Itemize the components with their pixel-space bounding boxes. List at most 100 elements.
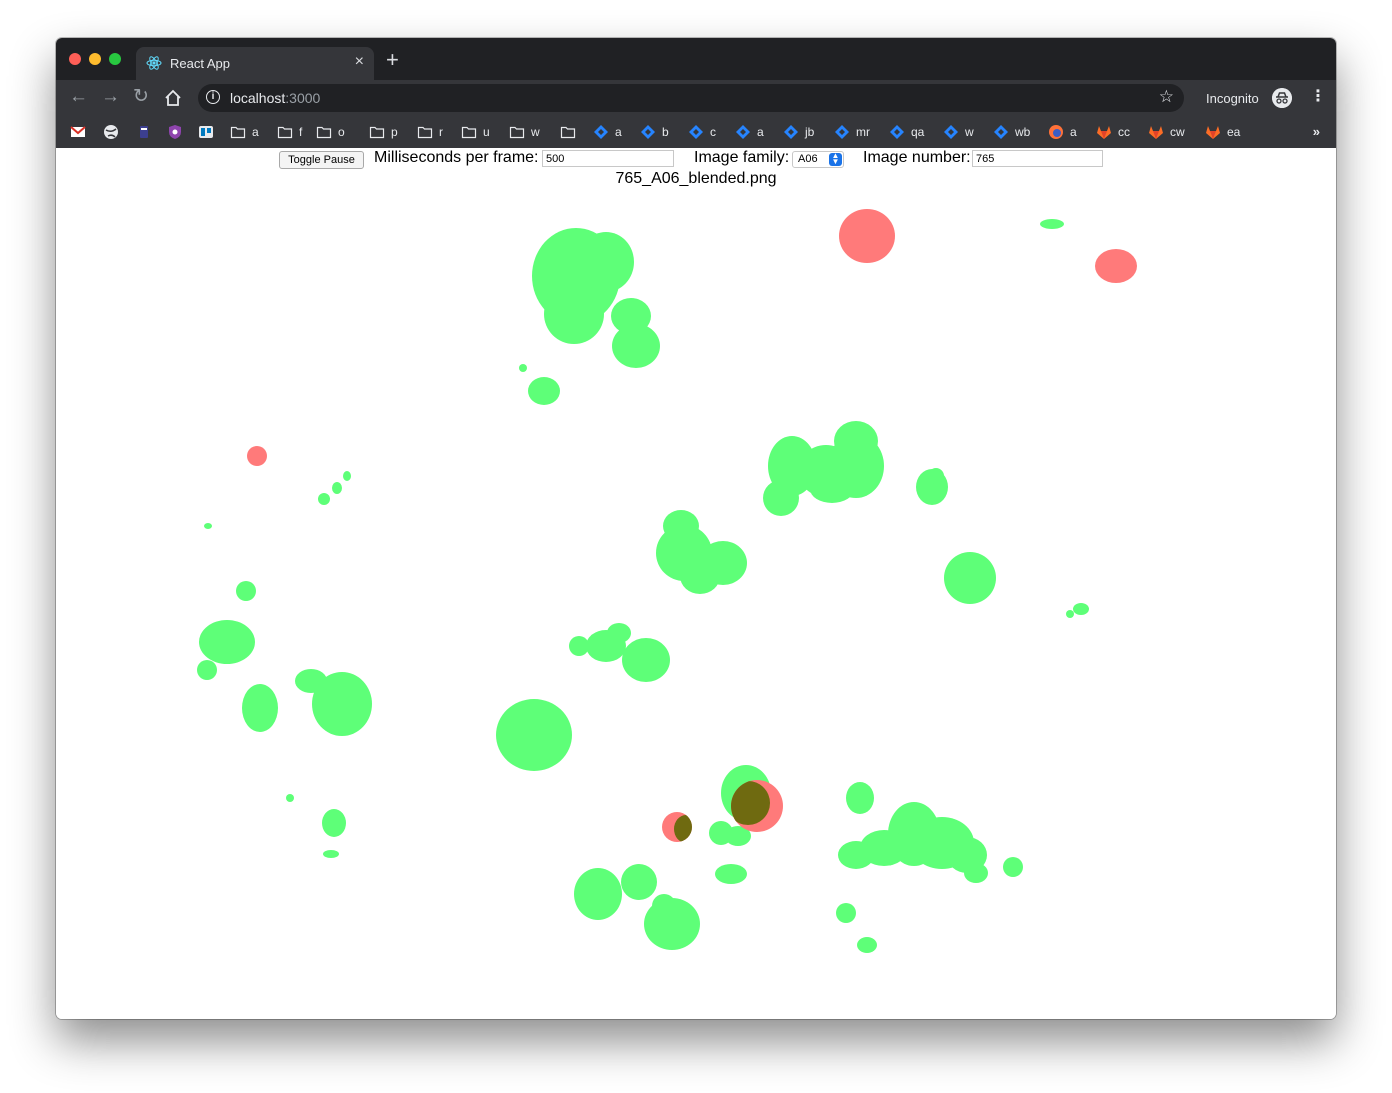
folder-icon <box>461 124 477 140</box>
bookmark-item[interactable] <box>167 123 183 141</box>
red-region <box>247 446 267 466</box>
green-region <box>810 475 854 503</box>
select-arrows-icon: ▲ ▼ <box>829 152 842 166</box>
bookmark-label: qa <box>911 125 925 139</box>
green-region <box>578 232 634 292</box>
back-icon[interactable]: ← <box>69 87 88 107</box>
bookmark-item[interactable]: a <box>735 123 764 141</box>
tab-title: React App <box>170 56 230 71</box>
incognito-icon[interactable] <box>1272 88 1292 108</box>
bookmark-label: o <box>338 125 345 139</box>
bookmark-item[interactable]: jb <box>783 123 814 141</box>
bookmark-item[interactable]: ea <box>1205 123 1240 141</box>
bookmark-item[interactable]: w <box>943 123 974 141</box>
bookmark-label: a <box>757 125 764 139</box>
bookmark-item[interactable] <box>70 123 86 141</box>
info-icon[interactable]: i <box>206 90 220 104</box>
green-region <box>295 669 327 693</box>
gitlab-icon <box>1148 124 1164 140</box>
folder-icon <box>316 124 332 140</box>
ms-per-frame-label: Milliseconds per frame: <box>374 149 539 166</box>
bookmark-item[interactable]: a <box>593 123 622 141</box>
forward-icon[interactable]: → <box>101 87 120 107</box>
address-bar[interactable]: i localhost:3000 ☆ <box>198 84 1184 112</box>
folder-icon <box>277 124 293 140</box>
jira-icon <box>640 124 656 140</box>
bookmark-item[interactable]: b <box>640 123 669 141</box>
maximize-window-button[interactable] <box>109 53 121 65</box>
close-window-button[interactable] <box>69 53 81 65</box>
bookmark-item[interactable]: a <box>230 123 259 141</box>
image-family-value: A06 <box>798 153 818 165</box>
green-region <box>834 421 878 461</box>
bookmark-label: cc <box>1118 125 1130 139</box>
controls-bar: Toggle Pause Milliseconds per frame: Ima… <box>56 148 1336 172</box>
green-region <box>964 863 988 883</box>
reload-icon[interactable]: ↻ <box>133 87 149 107</box>
green-region <box>519 364 527 372</box>
green-region <box>544 284 604 344</box>
bookmark-item[interactable] <box>198 123 214 141</box>
toggle-pause-button[interactable]: Toggle Pause <box>279 151 364 169</box>
bookmark-label: mr <box>856 125 870 139</box>
ms-per-frame-input[interactable] <box>542 150 674 167</box>
image-number-input[interactable] <box>972 150 1103 167</box>
green-region <box>607 623 631 643</box>
green-region <box>763 480 799 516</box>
green-region <box>318 493 330 505</box>
bookmark-item[interactable] <box>560 123 576 141</box>
tab-react-app[interactable]: React App × <box>136 47 374 80</box>
green-region <box>928 468 944 484</box>
close-icon[interactable]: × <box>355 53 364 71</box>
bookmark-item[interactable]: o <box>316 123 345 141</box>
bookmark-star-icon[interactable]: ☆ <box>1159 87 1174 107</box>
home-icon[interactable] <box>164 89 182 107</box>
bookmark-item[interactable]: cc <box>1096 123 1130 141</box>
green-region <box>496 699 572 771</box>
image-family-label: Image family: <box>694 149 790 166</box>
green-region <box>286 794 294 802</box>
bookmark-item[interactable]: u <box>461 123 490 141</box>
bookmark-label: cw <box>1170 125 1185 139</box>
bookmark-item[interactable] <box>136 123 152 141</box>
green-region <box>204 523 212 529</box>
bookmark-item[interactable]: p <box>369 123 398 141</box>
green-region <box>242 684 278 732</box>
bookmark-item[interactable]: f <box>277 123 302 141</box>
bookmark-item[interactable]: cw <box>1148 123 1185 141</box>
kebab-menu-icon[interactable]: ⋮ <box>1310 88 1326 106</box>
bookmark-item[interactable]: mr <box>834 123 870 141</box>
bookmark-item[interactable]: c <box>688 123 716 141</box>
green-region <box>197 660 217 680</box>
image-family-select[interactable]: A06 ▲ ▼ <box>792 151 844 168</box>
more-bookmarks-icon[interactable]: » <box>1313 124 1320 139</box>
bookmark-item[interactable]: w <box>509 123 540 141</box>
bookmark-label: a <box>1070 125 1077 139</box>
bookmark-label: a <box>615 125 622 139</box>
bookmark-label: ea <box>1227 125 1241 139</box>
new-tab-button[interactable]: + <box>386 49 399 71</box>
bookmarks-bar: » a f o p r u w a b c a jb mr qa w wb a cc cw ea <box>56 116 1336 148</box>
green-region <box>838 841 874 869</box>
firefox-icon <box>1048 124 1064 140</box>
bookmark-item[interactable]: wb <box>993 123 1030 141</box>
green-region <box>611 298 651 334</box>
jira-icon <box>834 124 850 140</box>
green-region <box>236 581 256 601</box>
green-region <box>1003 857 1023 877</box>
green-region <box>528 377 560 405</box>
bookmark-item[interactable]: qa <box>889 123 924 141</box>
gitlab-icon <box>1205 124 1221 140</box>
green-region <box>322 809 346 837</box>
jira-icon <box>688 124 704 140</box>
green-region <box>1040 219 1064 229</box>
bookmark-item[interactable]: r <box>417 123 443 141</box>
app-icon <box>136 124 152 140</box>
bookmark-label: jb <box>805 125 815 139</box>
bookmark-item[interactable] <box>103 123 119 141</box>
bookmark-item[interactable]: a <box>1048 123 1077 141</box>
bookmark-label: c <box>710 125 716 139</box>
gmail-icon <box>70 124 86 140</box>
jira-icon <box>593 124 609 140</box>
minimize-window-button[interactable] <box>89 53 101 65</box>
